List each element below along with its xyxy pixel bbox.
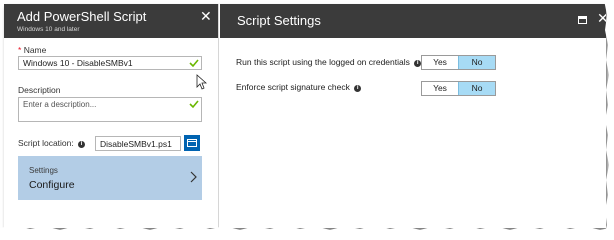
enforce-signature-label: Enforce script signature check i [236, 82, 362, 92]
required-marker: * [18, 45, 22, 55]
screenshot-frame: Add PowerShell Script Windows 10 and lat… [4, 4, 606, 228]
script-location-value: DisableSMBv1.ps1 [100, 139, 172, 149]
row-label-text: Enforce script signature check [236, 82, 350, 92]
name-label: * Name [18, 45, 46, 55]
info-icon[interactable]: i [78, 141, 86, 148]
script-location-label-text: Script location: [18, 138, 74, 148]
blade-title: Add PowerShell Script [17, 9, 147, 24]
settings-item-value: Configure [29, 179, 75, 191]
checkmark-icon [189, 59, 199, 68]
run-as-logged-on-label: Run this script using the logged on cred… [236, 57, 422, 67]
description-label: Description [18, 85, 61, 95]
description-placeholder: Enter a description... [23, 100, 97, 109]
description-input[interactable]: Enter a description... [18, 97, 202, 122]
name-label-text: Name [23, 45, 47, 55]
name-input[interactable]: Windows 10 - DisableSMBv1 [18, 56, 202, 70]
folder-icon [187, 139, 197, 147]
blade-title: Script Settings [237, 13, 321, 28]
toggle-no-option[interactable]: No [458, 82, 495, 95]
blade-header: Add PowerShell Script Windows 10 and lat… [4, 4, 218, 38]
toggle-yes-option[interactable]: Yes [422, 56, 458, 69]
torn-edge-decoration [0, 225, 614, 237]
script-location-input[interactable]: DisableSMBv1.ps1 [95, 136, 181, 151]
row-label-text: Run this script using the logged on cred… [236, 57, 410, 67]
torn-edge-decoration [604, 0, 614, 237]
toggle-yes-option[interactable]: Yes [422, 82, 458, 95]
run-as-logged-on-toggle[interactable]: Yes No [421, 55, 496, 70]
close-icon[interactable]: ✕ [200, 9, 212, 23]
maximize-icon[interactable] [578, 16, 587, 24]
settings-item-label: Settings [29, 166, 58, 175]
toggle-no-option[interactable]: No [458, 56, 495, 69]
blade-subtitle: Windows 10 and later [17, 26, 80, 33]
browse-folder-button[interactable] [184, 135, 200, 151]
chevron-right-icon [190, 171, 197, 183]
add-script-blade: Add PowerShell Script Windows 10 and lat… [4, 4, 219, 228]
settings-configure-item[interactable]: Settings Configure [18, 156, 202, 200]
checkmark-icon [189, 100, 199, 109]
mouse-cursor-icon [196, 74, 207, 90]
script-location-label: Script location: i [18, 138, 86, 148]
info-icon[interactable]: i [354, 85, 362, 92]
name-input-value: Windows 10 - DisableSMBv1 [23, 58, 133, 68]
script-settings-blade: Script Settings ✕ Run this script using … [220, 4, 606, 228]
enforce-signature-toggle[interactable]: Yes No [421, 81, 496, 96]
blade-header: Script Settings ✕ [220, 4, 606, 38]
